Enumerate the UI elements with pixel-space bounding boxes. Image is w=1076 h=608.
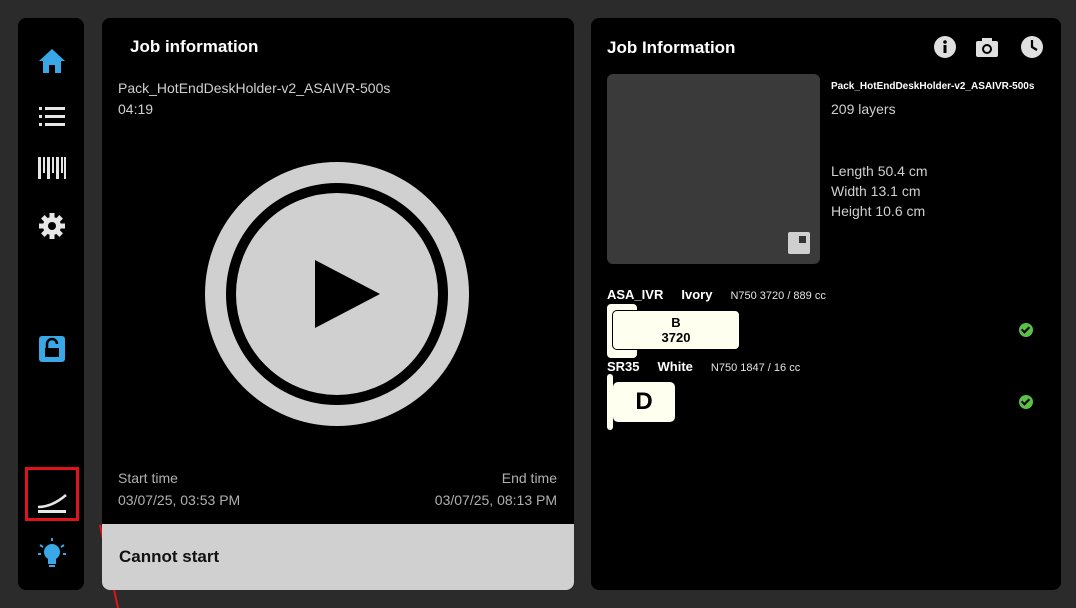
material-info: N750 3720 / 889 cc: [730, 290, 826, 302]
spool-b[interactable]: B 3720: [612, 310, 740, 350]
end-time-value: 03/07/25, 08:13 PM: [434, 492, 557, 508]
lightbulb-icon[interactable]: [36, 537, 68, 569]
start-time-value: 03/07/25, 03:53 PM: [118, 492, 241, 508]
material-name: SR35: [607, 359, 640, 374]
unlock-icon[interactable]: [36, 333, 68, 365]
material-row: SR35 White N750 1847 / 16 cc: [607, 359, 800, 374]
job-duration: 04:19: [118, 101, 154, 117]
material-color: White: [657, 359, 693, 374]
model-width: Width 13.1 cm: [831, 183, 921, 199]
spool-d[interactable]: D: [613, 382, 675, 422]
info-icon[interactable]: [933, 35, 957, 59]
model-length: Length 50.4 cm: [831, 163, 928, 179]
spool-slot: D: [635, 388, 653, 415]
start-status-label: Cannot start: [119, 547, 220, 566]
job-name: Pack_HotEndDeskHolder-v2_ASAIVR-500s: [831, 81, 1035, 92]
gear-icon[interactable]: [36, 210, 68, 242]
material-name: ASA_IVR: [607, 287, 664, 302]
play-button[interactable]: [205, 162, 469, 426]
job-name: Pack_HotEndDeskHolder-v2_ASAIVR-500s: [118, 80, 391, 96]
start-time-label: Start time: [118, 470, 178, 486]
spool-slot: B: [671, 315, 681, 330]
material-color: Ivory: [681, 287, 713, 302]
clock-icon[interactable]: [1020, 35, 1044, 59]
start-status-button[interactable]: Cannot start: [102, 524, 574, 590]
view-toggle-icon[interactable]: [788, 232, 810, 254]
layers-count: 209 layers: [831, 101, 896, 117]
ok-check-icon: [1019, 395, 1033, 409]
material-row: ASA_IVR Ivory N750 3720 / 889 cc: [607, 287, 826, 302]
highlight-box: [25, 467, 79, 521]
job-control-panel: Job information Pack_HotEndDeskHolder-v2…: [102, 18, 574, 590]
camera-icon[interactable]: [975, 35, 999, 59]
panel-title: Job information: [130, 37, 259, 56]
model-height: Height 10.6 cm: [831, 203, 926, 219]
end-time-label: End time: [501, 470, 557, 486]
home-icon[interactable]: [36, 45, 68, 77]
ok-check-icon: [1019, 323, 1033, 337]
material-info: N750 1847 / 16 cc: [710, 362, 801, 374]
panel-title: Job Information: [607, 38, 736, 57]
barcode-icon[interactable]: [36, 152, 68, 184]
model-preview: [607, 74, 820, 264]
job-info-panel: Job Information Pack_HotEndDeskHolder-v2…: [591, 18, 1061, 590]
spool-amount: 3720: [661, 330, 691, 345]
list-icon[interactable]: [36, 100, 68, 132]
